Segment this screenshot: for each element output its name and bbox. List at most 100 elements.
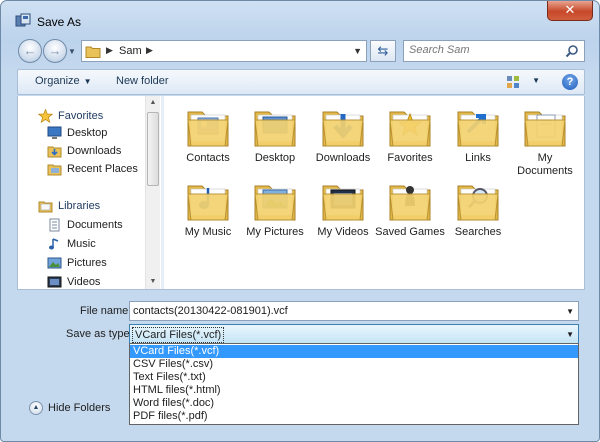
- forward-button[interactable]: →: [43, 39, 67, 63]
- scrollbar-thumb[interactable]: [147, 112, 159, 186]
- navigation-scrollbar[interactable]: ▲ ▼: [145, 96, 160, 289]
- folder-item-label: My Music: [184, 226, 232, 238]
- nav-item-label: Libraries: [58, 200, 101, 212]
- file-name-field[interactable]: contacts(20130422-081901).vcf ▼: [129, 301, 579, 321]
- breadcrumb-sam[interactable]: Sam: [119, 45, 142, 57]
- search-input[interactable]: [409, 44, 559, 56]
- folder-item-my-music[interactable]: My Music: [173, 176, 243, 239]
- help-button[interactable]: ?: [562, 74, 578, 90]
- refresh-button[interactable]: ⇆: [370, 40, 396, 62]
- folder-item-my-pictures[interactable]: My Pictures: [240, 176, 310, 239]
- search-icon: [565, 45, 578, 58]
- save-type-option[interactable]: CSV Files(*.csv): [130, 358, 578, 371]
- save-type-option[interactable]: VCard Files(*.vcf): [130, 345, 578, 358]
- save-type-dropdown-icon[interactable]: ▼: [566, 330, 574, 339]
- scroll-down-icon[interactable]: ▼: [146, 275, 160, 289]
- folder-item-label: Contacts: [186, 152, 230, 164]
- star-icon: [37, 108, 54, 124]
- save-type-option[interactable]: Word files(*.doc): [130, 397, 578, 410]
- pane-splitter[interactable]: [161, 96, 164, 289]
- nav-item-label: Videos: [67, 276, 101, 288]
- address-bar[interactable]: ▶ Sam ▶ ▼: [81, 40, 367, 62]
- command-toolbar: Organize ▼ New folder ▼ ?: [17, 69, 585, 95]
- file-name-dropdown-icon[interactable]: ▼: [566, 307, 574, 316]
- videos-icon: [47, 275, 62, 289]
- links-folder-icon: [454, 102, 502, 150]
- my-music-folder-icon: [184, 176, 232, 224]
- save-type-value: VCard Files(*.vcf): [132, 327, 225, 343]
- desktop-folder-icon: [251, 102, 299, 150]
- back-arrow-icon: ←: [23, 43, 37, 58]
- downloads-folder-icon: [319, 102, 367, 150]
- scroll-up-icon[interactable]: ▲: [146, 96, 160, 110]
- folder-item-label: Searches: [454, 226, 502, 238]
- folder-item-label: Favorites: [387, 152, 433, 164]
- address-row: ← → ▼ ▶ Sam ▶ ▼ ⇆: [1, 35, 599, 67]
- save-type-option[interactable]: HTML files(*.html): [130, 384, 578, 397]
- title-bar[interactable]: Save As ✕: [1, 1, 599, 35]
- search-box[interactable]: [403, 40, 585, 62]
- folder-item-label: My Pictures: [246, 226, 304, 238]
- nav-item-label: Downloads: [67, 145, 122, 157]
- save-type-option[interactable]: PDF files(*.pdf): [130, 410, 578, 423]
- save-type-select[interactable]: VCard Files(*.vcf) ▼: [129, 324, 579, 344]
- save-type-dropdown-list: VCard Files(*.vcf) CSV Files(*.csv) Text F…: [129, 343, 579, 425]
- nav-item-label: Documents: [67, 219, 123, 231]
- nav-item-label: Desktop: [67, 127, 108, 139]
- back-button[interactable]: ←: [18, 39, 42, 63]
- nav-item-label: Pictures: [67, 257, 107, 269]
- music-icon: [47, 237, 62, 251]
- recent-places-icon: [47, 162, 62, 176]
- chevron-down-icon: ▼: [83, 77, 92, 86]
- organize-label: Organize: [35, 75, 80, 87]
- save-type-label: Save as type:: [66, 328, 133, 340]
- folder-item-favorites[interactable]: Favorites: [375, 102, 445, 165]
- refresh-icon: ⇆: [377, 43, 389, 58]
- breadcrumb-separator-icon[interactable]: ▶: [146, 45, 153, 56]
- folder-item-label: My Documents: [517, 152, 573, 177]
- folder-item-searches[interactable]: Searches: [443, 176, 513, 239]
- folder-item-desktop[interactable]: Desktop: [240, 102, 310, 165]
- view-options-dropdown-icon[interactable]: ▼: [532, 76, 540, 85]
- nav-item-label: Favorites: [58, 110, 104, 122]
- folder-item-downloads[interactable]: Downloads: [308, 102, 378, 165]
- organize-button[interactable]: Organize ▼: [35, 75, 92, 87]
- chevron-up-icon: ▲: [29, 401, 43, 415]
- save-as-dialog: Save As ✕ ← → ▼ ▶ Sam ▶ ▼ ⇆ Search Sam O…: [0, 0, 600, 442]
- save-type-option[interactable]: Text Files(*.txt): [130, 371, 578, 384]
- my-documents-folder-icon: [521, 102, 569, 150]
- saved-games-folder-icon: [386, 176, 434, 224]
- close-button[interactable]: ✕: [547, 1, 593, 21]
- breadcrumb-separator-icon[interactable]: ▶: [106, 45, 113, 56]
- folder-item-label: Desktop: [254, 152, 296, 164]
- navigation-pane: Favorites Desktop Downloads Recent Places Li…: [18, 96, 159, 289]
- folder-item-saved-games[interactable]: Saved Games: [375, 176, 445, 239]
- folder-icon: [85, 46, 101, 58]
- app-icon: [15, 13, 31, 27]
- nav-item-label: Recent Places: [67, 163, 138, 175]
- folder-item-contacts[interactable]: Contacts: [173, 102, 243, 165]
- my-pictures-folder-icon: [251, 176, 299, 224]
- browser-area: Favorites Desktop Downloads Recent Places Li…: [17, 96, 585, 290]
- contacts-folder-icon: [184, 102, 232, 150]
- favorites-folder-icon: [386, 102, 434, 150]
- file-name-value[interactable]: contacts(20130422-081901).vcf: [133, 305, 288, 317]
- folder-item-label: Links: [465, 152, 491, 164]
- my-videos-folder-icon: [319, 176, 367, 224]
- folder-item-label: Saved Games: [375, 226, 445, 238]
- forward-arrow-icon: →: [48, 43, 62, 58]
- nav-buttons: ← → ▼: [18, 39, 76, 63]
- recent-pages-dropdown-icon[interactable]: ▼: [68, 47, 76, 56]
- searches-folder-icon: [454, 176, 502, 224]
- folder-item-label: My Videos: [317, 226, 369, 238]
- downloads-icon: [47, 144, 62, 158]
- desktop-icon: [47, 126, 62, 140]
- window-title: Save As: [37, 15, 82, 29]
- new-folder-button[interactable]: New folder: [116, 75, 169, 87]
- address-dropdown-icon[interactable]: ▼: [353, 46, 362, 56]
- folder-item-my-videos[interactable]: My Videos: [308, 176, 378, 239]
- hide-folders-label: Hide Folders: [48, 402, 111, 414]
- change-view-icon[interactable]: [506, 75, 520, 89]
- folder-item-links[interactable]: Links: [443, 102, 513, 165]
- folder-item-my-documents[interactable]: My Documents: [510, 102, 580, 178]
